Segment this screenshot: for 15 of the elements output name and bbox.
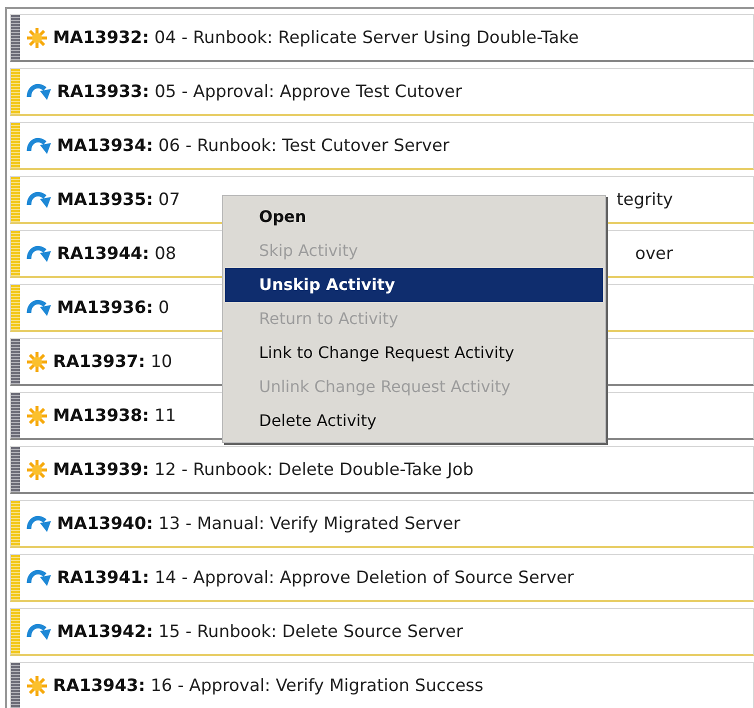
activity-label: tegrity: [616, 190, 673, 210]
activity-label: MA13942: 15 - Runbook: Delete Source Server: [57, 622, 463, 642]
activity-label: RA13941: 14 - Approval: Approve Deletion of Source Server: [57, 568, 574, 588]
activity-label: RA13944: 08: [57, 244, 176, 264]
activity-label: RA13943: 16 - Approval: Verify Migration Success: [53, 676, 484, 696]
activity-label: RA13933: 05 - Approval: Approve Test Cutover: [57, 82, 462, 102]
activity-label: MA13938: 11: [53, 406, 176, 426]
activity-label: over: [635, 244, 673, 264]
activity-label: MA13934: 06 - Runbook: Test Cutover Server: [57, 136, 450, 156]
activity-label: MA13936: 0: [57, 298, 170, 318]
activity-label: MA13940: 13 - Manual: Verify Migrated Server: [57, 514, 460, 534]
activity-label: MA13932: 04 - Runbook: Replicate Server Using Double-Take: [53, 28, 579, 48]
activity-label: MA13939: 12 - Runbook: Delete Double-Take Job: [53, 460, 474, 480]
activity-label: RA13937: 10: [53, 352, 172, 372]
activity-label: MA13935: 07: [57, 190, 180, 210]
